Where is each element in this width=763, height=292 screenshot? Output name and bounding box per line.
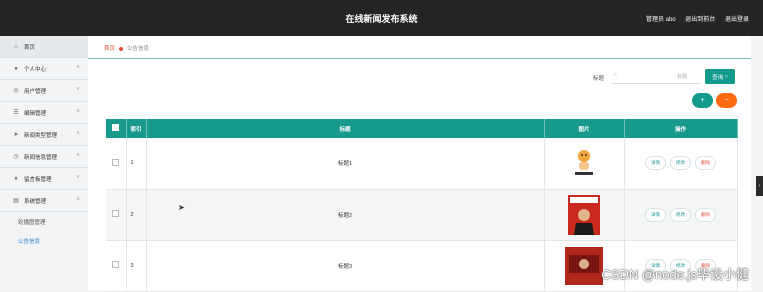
send-icon: ➤ [13, 132, 19, 138]
mouse-cursor-icon: ➤ [178, 203, 185, 212]
breadcrumb-home[interactable]: 首页 [104, 46, 115, 52]
users-icon: ◎ [13, 88, 19, 94]
collapse-handle-icon[interactable]: ‹ [756, 176, 763, 196]
edit-button[interactable]: 修改 [670, 156, 691, 171]
table-row: 2 标题2 详情 修改 删除 [106, 189, 738, 241]
column-header: 索引 [126, 119, 147, 138]
chevron-down-icon: ∨ [76, 108, 80, 114]
breadcrumb-current: 公告信息 [127, 46, 150, 52]
sidebar-item-profile[interactable]: ● 个人中心 ∨ [0, 58, 88, 80]
logout-link[interactable]: 退出登录 [725, 17, 749, 23]
sidebar-item-label: 系统管理 [24, 198, 47, 205]
row-image-cell [544, 189, 625, 241]
chevron-up-icon: ∧ [76, 196, 80, 202]
header-right: 管理员 abo 退出到前台 退出登录 [638, 14, 749, 23]
chevron-down-icon: ∨ [76, 152, 80, 158]
select-all-checkbox[interactable] [106, 119, 127, 138]
top-bar: 在线新闻发布系统 管理员 abo 退出到前台 退出登录 [0, 0, 763, 36]
clock-icon: ◷ [13, 154, 19, 160]
list-icon: ☰ [13, 110, 19, 116]
row-index: 2 [126, 189, 147, 241]
row-actions: 详情 修改 删除 [624, 189, 738, 241]
sidebar: ⌂ 首页 ● 个人中心 ∨ ◎ 用户管理 ∨ ☰ 编辑管理 ∨ ➤ 新闻类型管理 ∨ ◷ 新闻信息管… [0, 36, 89, 291]
column-header: 图片 [544, 119, 625, 138]
row-image [568, 194, 600, 235]
chevron-down-icon: ∨ [76, 130, 80, 136]
row-checkbox-cell [106, 189, 127, 241]
admin-user-label: 管理员 abo [645, 17, 676, 23]
sidebar-item-news-info[interactable]: ◷ 新闻信息管理 ∨ [0, 146, 88, 168]
sidebar-item-editors[interactable]: ☰ 编辑管理 ∨ [0, 102, 88, 124]
row-title: 标题3 [146, 240, 545, 292]
chevron-down-icon: ∨ [76, 64, 80, 70]
row-image-cell [544, 138, 625, 190]
table-row: 1 标题1 详情 修改 删除 [106, 138, 738, 190]
checkbox[interactable] [112, 124, 120, 131]
delete-button[interactable]: − [716, 93, 737, 108]
row-checkbox-cell [106, 138, 127, 190]
breadcrumb: 首页 公告信息 [104, 44, 149, 52]
watermark: CSDN @node.js毕设小健 [601, 267, 749, 282]
sidebar-item-label: 首页 [24, 44, 36, 51]
row-actions: 详情 修改 删除 [624, 138, 738, 190]
add-button[interactable]: + [692, 93, 713, 108]
row-image [571, 147, 597, 180]
table-header-row: 索引 标题 图片 操作 [106, 119, 738, 138]
row-image [565, 246, 603, 285]
column-header: 操作 [624, 119, 738, 138]
search-input[interactable]: ○ 标题 [611, 69, 701, 84]
row-title: 标题2 [146, 189, 545, 241]
sidebar-item-label: 留言板管理 [24, 176, 52, 183]
sidebar-item-label: 编辑管理 [24, 110, 47, 117]
sidebar-sub-notices[interactable]: 公告信息 [0, 231, 88, 250]
scrollbar[interactable] [751, 36, 763, 291]
search-placeholder: 标题 [676, 74, 687, 80]
sidebar-item-messages[interactable]: ♦ 留言板管理 ∨ [0, 168, 88, 190]
exit-to-frontend-link[interactable]: 退出到前台 [685, 17, 715, 23]
remove-button[interactable]: 删除 [695, 156, 716, 171]
chevron-down-icon: ∨ [76, 86, 80, 92]
divider [88, 58, 751, 59]
search-icon: ○ [614, 72, 618, 78]
search-label: 标题 [593, 76, 605, 82]
sidebar-item-label: 用户管理 [24, 88, 47, 95]
sidebar-item-label: 新闻信息管理 [24, 154, 58, 161]
breadcrumb-separator [119, 46, 124, 51]
sidebar-sub-carousel[interactable]: 轮播图管理 [0, 212, 88, 231]
user-icon: ● [14, 65, 18, 72]
search-button[interactable]: 查询 ○ [705, 69, 735, 84]
mic-icon: ♦ [14, 175, 18, 182]
detail-button[interactable]: 详情 [645, 207, 666, 222]
row-checkbox[interactable] [112, 210, 120, 217]
home-icon: ⌂ [14, 43, 18, 50]
sidebar-item-news-types[interactable]: ➤ 新闻类型管理 ∨ [0, 124, 88, 146]
row-index: 1 [126, 138, 147, 190]
row-index: 3 [126, 240, 147, 292]
row-checkbox[interactable] [112, 261, 120, 268]
search-button-label: 查询 [712, 74, 724, 81]
database-icon: ▤ [13, 198, 19, 204]
chevron-down-icon: ∨ [76, 174, 80, 180]
edit-button[interactable]: 修改 [670, 207, 691, 222]
row-checkbox[interactable] [112, 158, 120, 166]
sidebar-item-label: 新闻类型管理 [24, 132, 58, 139]
sidebar-item-system[interactable]: ▤ 系统管理 ∧ [0, 190, 88, 212]
search-icon: ○ [724, 73, 728, 80]
sidebar-item-label: 个人中心 [24, 66, 47, 73]
detail-button[interactable]: 详情 [645, 156, 666, 171]
sidebar-item-home[interactable]: ⌂ 首页 [0, 36, 88, 58]
main-panel: 首页 公告信息 标题 ○ 标题 查询 ○ + − 索引 标题 图片 操作 1 标题… [88, 36, 751, 292]
row-checkbox-cell [106, 240, 127, 292]
row-title: 标题1 [146, 138, 545, 190]
remove-button[interactable]: 删除 [695, 207, 716, 222]
sidebar-item-users[interactable]: ◎ 用户管理 ∨ [0, 80, 88, 102]
column-header: 标题 [146, 119, 545, 138]
